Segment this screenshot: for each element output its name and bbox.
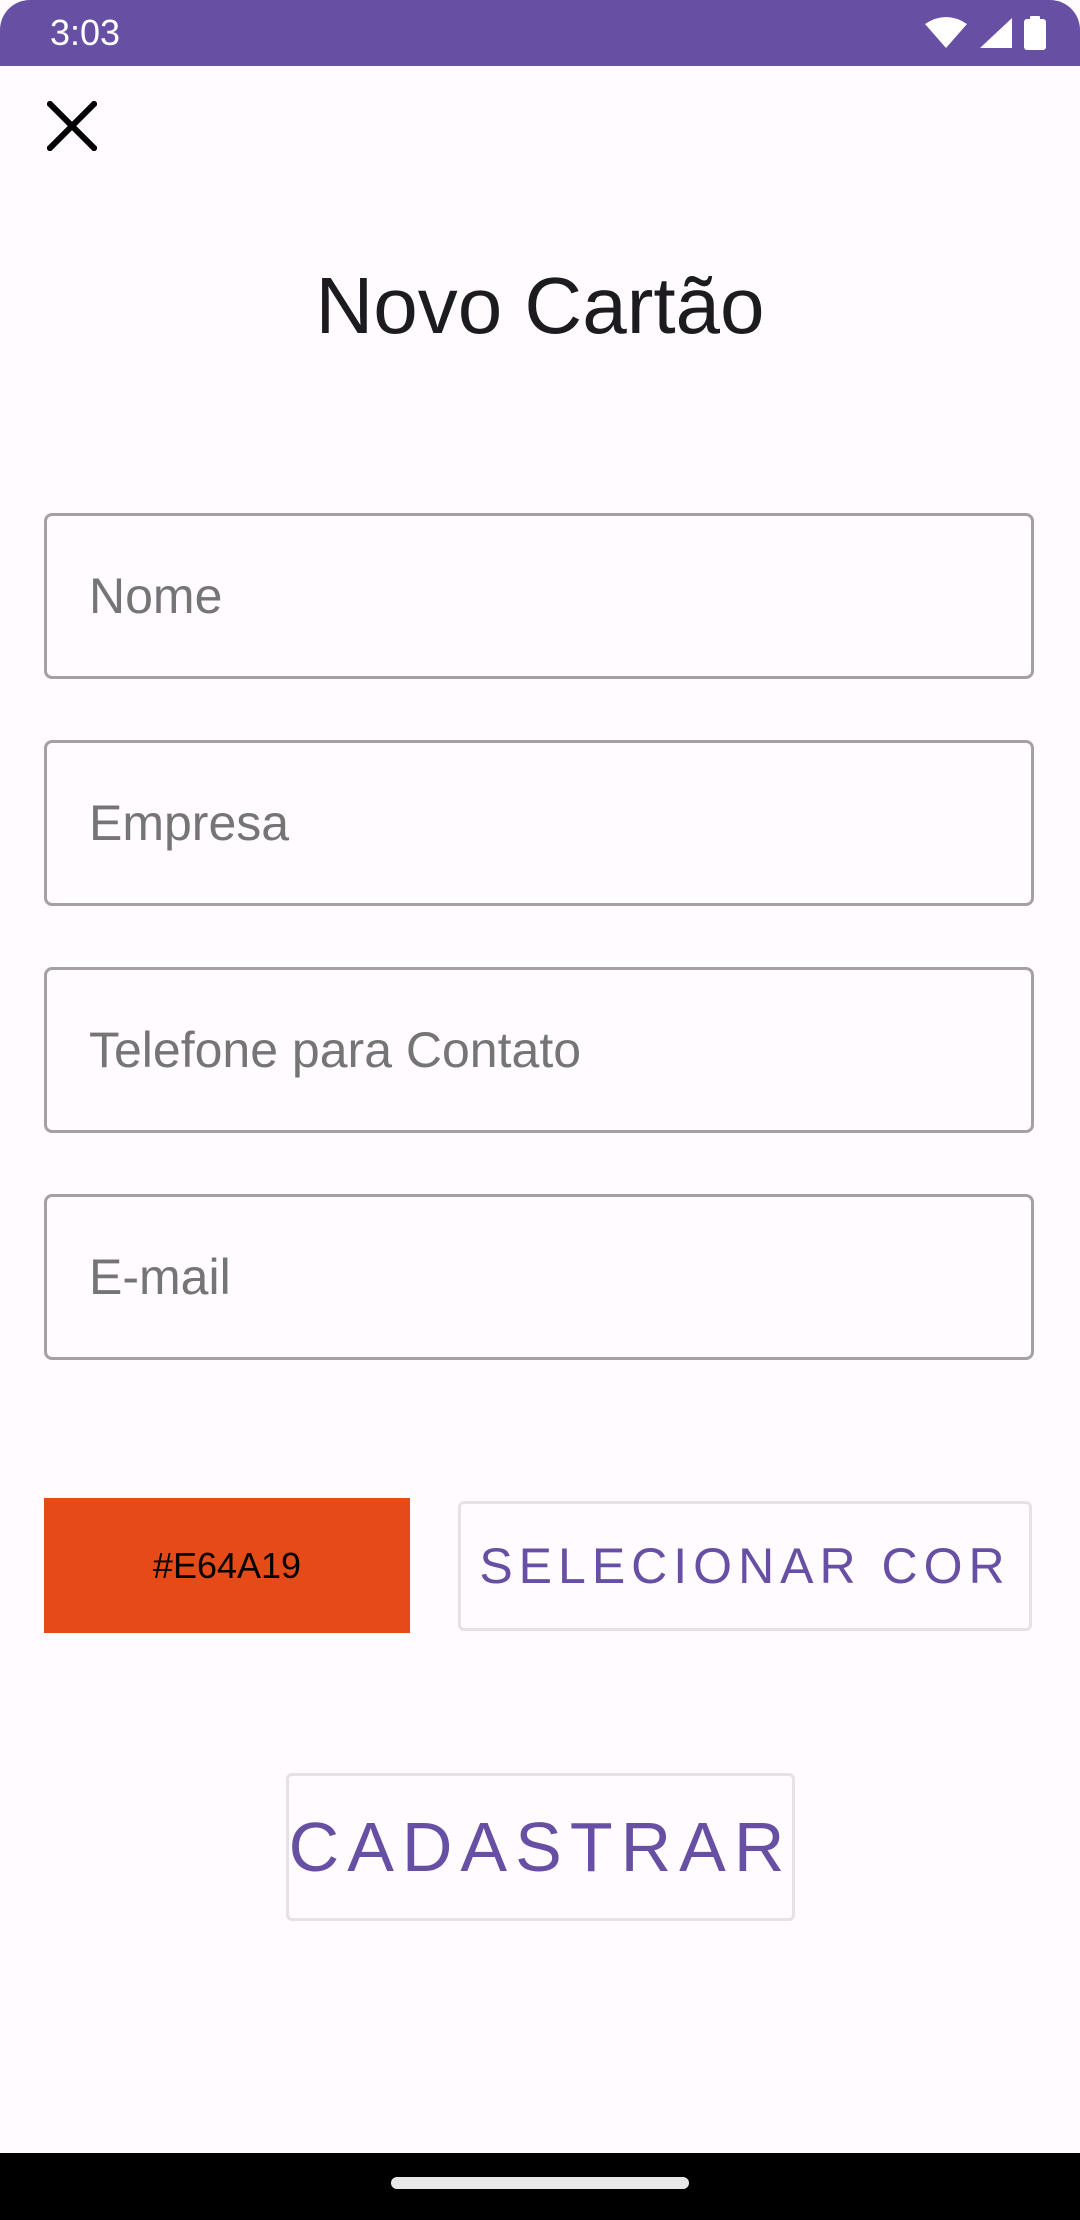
phone-field[interactable] (44, 967, 1034, 1133)
status-bar: 3:03 (0, 0, 1080, 66)
select-color-button[interactable]: SELECIONAR COR (458, 1501, 1032, 1631)
close-icon (45, 99, 99, 156)
phone-input[interactable] (47, 970, 1031, 1130)
battery-icon (1024, 16, 1046, 50)
home-indicator[interactable] (391, 2177, 689, 2189)
name-field[interactable] (44, 513, 1034, 679)
navigation-bar (0, 2153, 1080, 2220)
company-input[interactable] (47, 743, 1031, 903)
status-time: 3:03 (50, 12, 121, 53)
color-hex-label: #E64A19 (152, 1544, 302, 1586)
submit-button[interactable]: CADASTRAR (286, 1773, 795, 1921)
signal-icon (978, 16, 1014, 50)
page-title: Novo Cartão (315, 261, 765, 350)
email-input[interactable] (47, 1197, 1031, 1357)
name-input[interactable] (47, 516, 1031, 676)
close-button[interactable] (40, 96, 104, 160)
email-field[interactable] (44, 1194, 1034, 1360)
status-icons (924, 16, 1046, 50)
color-swatch: #E64A19 (44, 1498, 410, 1633)
company-field[interactable] (44, 740, 1034, 906)
wifi-icon (924, 16, 968, 50)
